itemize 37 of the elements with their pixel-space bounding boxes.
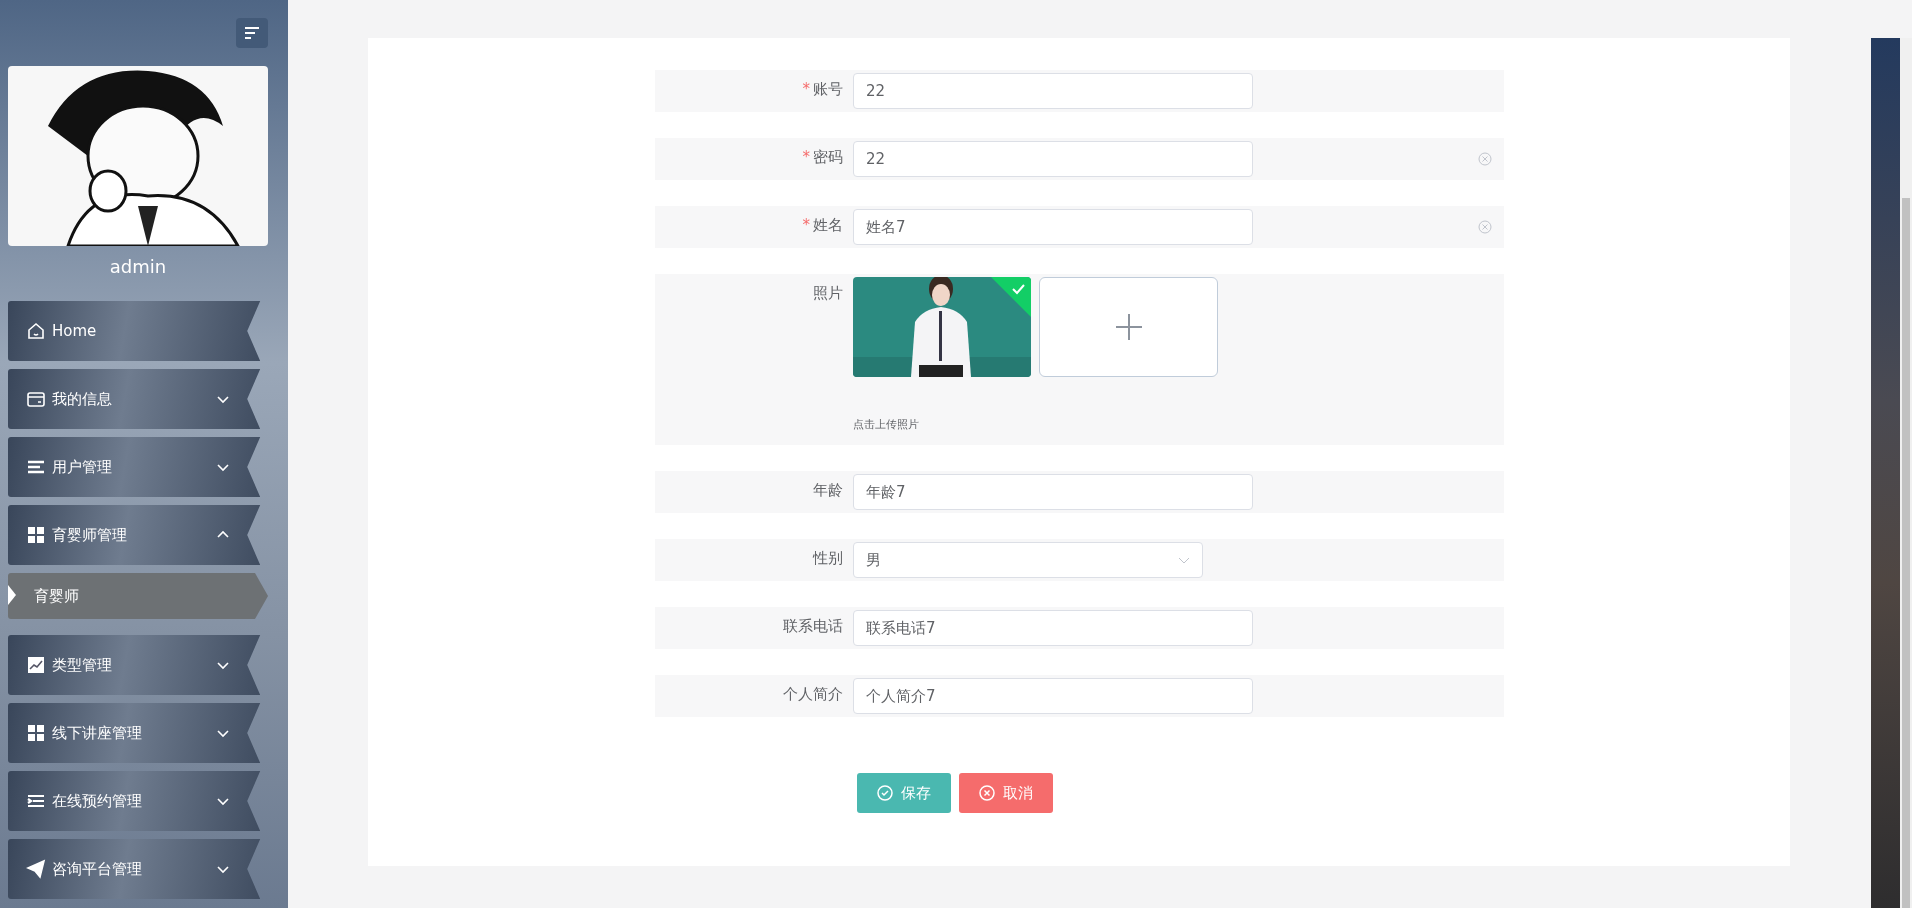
upload-button[interactable] <box>1039 277 1218 377</box>
input-field[interactable]: 姓名7 <box>853 209 1253 245</box>
input-field[interactable]: 个人简介7 <box>853 678 1253 714</box>
user-name: admin <box>108 255 168 279</box>
input-field[interactable]: 年龄7 <box>853 474 1253 510</box>
field-label: 姓名 <box>813 216 843 235</box>
chart-icon <box>26 655 46 675</box>
field-label: 性别 <box>813 549 843 568</box>
plus-icon <box>1113 312 1144 342</box>
field-label: 照片 <box>813 284 843 303</box>
sidebar-subitem[interactable]: 育婴师 <box>8 573 268 619</box>
scrollbar[interactable] <box>1900 38 1912 908</box>
field-label: 密码 <box>813 148 843 167</box>
paper-plane-icon <box>26 859 46 879</box>
upload-hint: 点击上传照片 <box>853 417 920 433</box>
input-field[interactable]: 联系电话7 <box>853 610 1253 646</box>
grid-icon <box>26 525 46 545</box>
home-icon <box>26 321 46 341</box>
field-label: 联系电话 <box>783 617 843 636</box>
field-label: 个人简介 <box>783 685 843 704</box>
select-field[interactable]: 男 <box>853 542 1203 578</box>
required-mark: * <box>802 216 810 235</box>
clear-icon[interactable] <box>1478 152 1492 166</box>
wallet-icon <box>26 389 46 409</box>
success-check-icon <box>991 277 1031 317</box>
menu-icon <box>244 26 260 40</box>
check-circle-icon <box>877 785 893 801</box>
clear-icon[interactable] <box>1478 220 1492 234</box>
input-field[interactable]: 22 <box>853 73 1253 109</box>
grid-icon <box>26 723 46 743</box>
required-mark: * <box>802 148 810 167</box>
input-field[interactable]: 22 <box>853 141 1253 177</box>
required-mark: * <box>802 80 810 99</box>
menu-toggle-button[interactable] <box>236 18 268 48</box>
field-label: 账号 <box>813 80 843 99</box>
field-label: 年龄 <box>813 481 843 500</box>
close-circle-icon <box>979 785 995 801</box>
